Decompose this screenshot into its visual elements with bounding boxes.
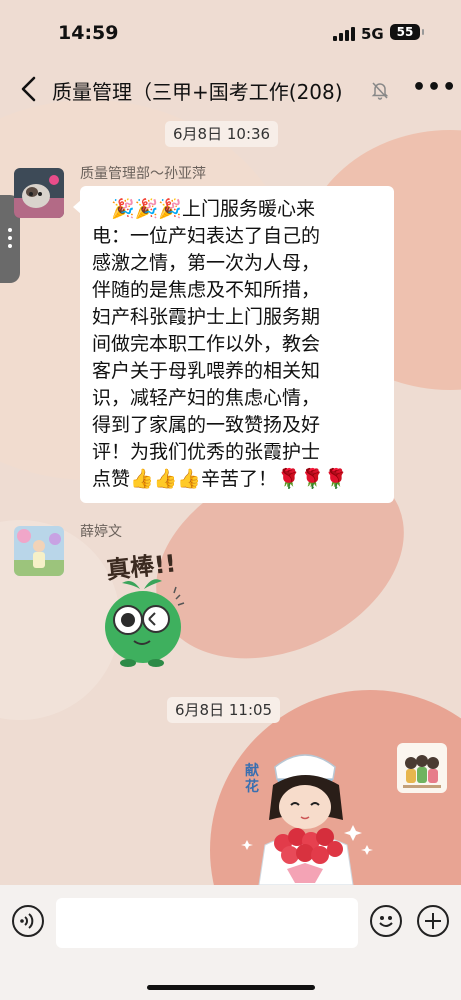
battery-icon: 55 — [390, 24, 424, 40]
message-timestamp: 6月8日 11:05 — [167, 697, 281, 723]
message-line: 妇产科张霞护士上门服务期 — [92, 306, 321, 328]
back-arrow-icon[interactable] — [16, 74, 42, 104]
message-line: 🎉🎉🎉上门服务暖心来 — [92, 198, 315, 220]
status-bar: 14:59 5G 55 — [0, 0, 461, 60]
message-line: 点赞👍👍👍辛苦了！🌹🌹🌹 — [92, 468, 348, 490]
message-bubble[interactable]: 🎉🎉🎉上门服务暖心来 电：一位产妇表达了自己的 感激之情，第一次为人母， 伴随的… — [73, 186, 394, 503]
message-input[interactable] — [56, 898, 358, 948]
group-name: 质量管理（三甲+国考工作 — [52, 80, 289, 104]
message-timestamp: 6月8日 10:36 — [165, 121, 279, 147]
sticker-nurse-flowers[interactable]: 献花 — [235, 745, 385, 885]
sticker-great[interactable]: 真棒!! — [98, 545, 198, 670]
mute-bell-icon — [371, 82, 389, 100]
emoji-icon[interactable] — [370, 905, 402, 937]
chat-title: 质量管理（三甲+国考工作(208) — [52, 76, 370, 105]
message-line: 间做完本职工作以外，教会 — [92, 333, 321, 355]
voice-input-icon[interactable] — [12, 905, 44, 937]
message-line: 识，减轻产妇的焦虑心情， — [92, 387, 321, 409]
status-time: 14:59 — [58, 22, 119, 44]
home-indicator[interactable] — [147, 985, 315, 990]
sender-name: 质量管理部～孙亚萍 — [80, 166, 206, 182]
more-options-icon[interactable]: ••• — [412, 76, 456, 102]
signal-icon — [333, 27, 355, 41]
avatar[interactable] — [14, 526, 64, 576]
message-line: 伴随的是焦虑及不知所措， — [92, 279, 321, 301]
message-line: 感激之情，第一次为人母， — [92, 252, 321, 274]
message-line: 客户关于母乳喂养的相关知 — [92, 360, 321, 382]
sender-name: 薛婷文 — [80, 524, 122, 540]
plus-icon[interactable] — [417, 905, 449, 937]
network-type: 5G — [361, 25, 384, 43]
input-bar — [0, 885, 461, 1000]
avatar[interactable] — [397, 743, 447, 793]
chat-header: 质量管理（三甲+国考工作(208) ••• — [0, 60, 461, 118]
message-line: 电：一位产妇表达了自己的 — [92, 225, 321, 247]
avatar[interactable] — [14, 168, 64, 218]
member-count: (208) — [288, 80, 343, 104]
message-line: 得到了家属的一致赞扬及好 — [92, 414, 321, 436]
message-line: 评！为我们优秀的张霞护士 — [92, 441, 321, 463]
